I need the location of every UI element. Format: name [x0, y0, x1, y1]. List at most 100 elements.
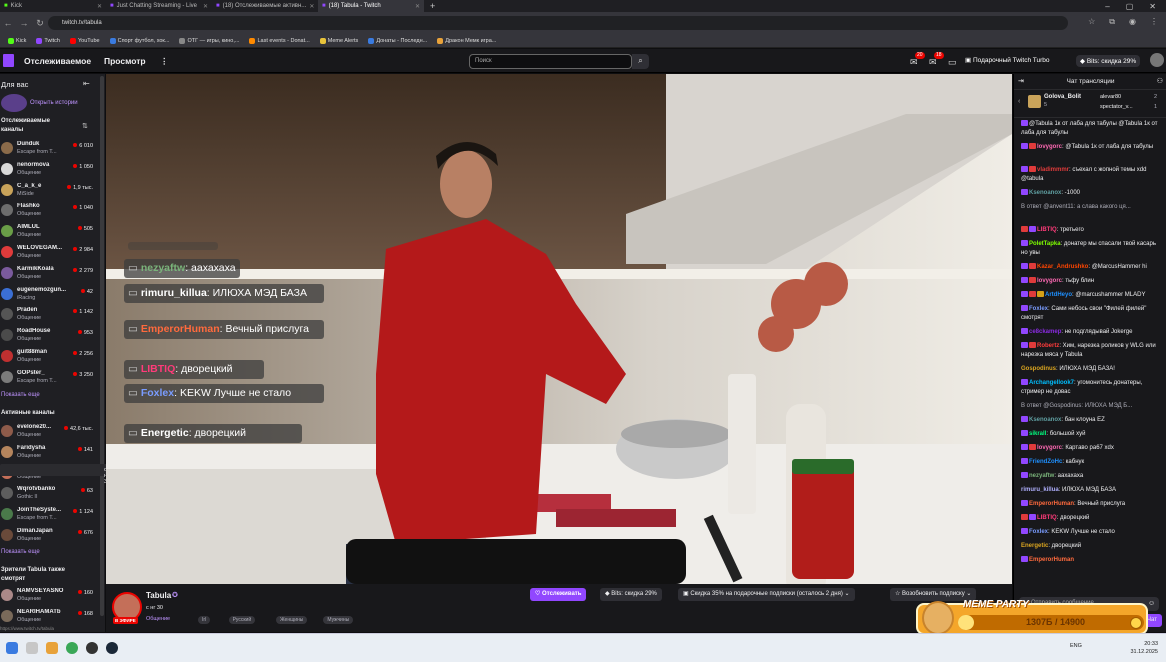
minimize-icon[interactable]: –	[1105, 2, 1109, 11]
chat-users-icon[interactable]: ⚇	[1157, 74, 1163, 90]
chat-username[interactable]: Archangellook7	[1029, 380, 1074, 386]
turbo-gift-button[interactable]: ▣ Подарочный Twitch Turbo	[965, 56, 1050, 64]
nav-browse[interactable]: Просмотр	[104, 56, 146, 66]
chat-username[interactable]: lovygorc	[1037, 144, 1062, 150]
show-more-followed[interactable]: Показать еще	[1, 392, 40, 398]
collapse-sidebar-icon[interactable]: ⇤	[83, 79, 90, 88]
sidebar-channel[interactable]: NEARIHAMATb Общение 168	[0, 607, 100, 627]
language-indicator[interactable]: ENG	[1070, 643, 1082, 649]
nav-following[interactable]: Отслеживаемое	[24, 56, 91, 66]
stream-tag[interactable]: Женщины	[276, 616, 308, 624]
sidebar-channel[interactable]: NAMVSEYASNO Общение 160	[0, 586, 100, 606]
chat-username[interactable]: nezyaftw	[1029, 473, 1054, 479]
chat-username[interactable]: FriendZoHc	[1029, 459, 1062, 465]
bookmark-item[interactable]: Донаты - Последн...	[368, 37, 427, 44]
bookmark-item[interactable]: Kick	[8, 37, 26, 44]
sidebar-scrollbar[interactable]	[100, 76, 104, 616]
chat-username[interactable]: Kazar_Andrushko	[1037, 264, 1088, 270]
follow-button[interactable]: ♡ Отслеживать	[530, 588, 587, 601]
sort-icon[interactable]: ⇅	[82, 122, 88, 130]
bookmark-item[interactable]: Дракон Мемк игра...	[437, 37, 496, 44]
browser-tab[interactable]: ■ (18) Tabula - Twitch ✕	[318, 0, 424, 12]
stream-tag[interactable]: Irl	[198, 616, 211, 624]
bookmark-item[interactable]: ОТГ — игры, кино,...	[179, 37, 239, 44]
back-icon[interactable]: ←	[0, 18, 16, 28]
steam-icon[interactable]	[106, 642, 118, 654]
bits-button[interactable]: ◆ Bits: скидка 29%	[1076, 55, 1141, 67]
stream-category[interactable]: Общение	[146, 616, 170, 622]
sidebar-channel[interactable]: eugenemozgun... iRacing 42	[0, 285, 100, 305]
chat-username[interactable]: ArtdHeyo	[1045, 292, 1072, 298]
taskbar-clock[interactable]: 20:33 31.12.2025	[1130, 640, 1158, 656]
bookmark-item[interactable]: Last events - Donat...	[249, 37, 310, 44]
chrome-icon[interactable]	[66, 642, 78, 654]
emote-icon[interactable]: ☺	[1148, 600, 1155, 607]
close-tab-icon[interactable]: ✕	[203, 3, 208, 10]
streamer-name[interactable]: Tabula	[146, 591, 171, 600]
leaderboard-prev-icon[interactable]: ‹	[1018, 98, 1020, 105]
sidebar-channel[interactable]: guit88man Общение 2 256	[0, 347, 100, 367]
close-tab-icon[interactable]: ✕	[415, 3, 420, 10]
whispers-icon[interactable]: ▭	[948, 57, 957, 68]
stream-tag[interactable]: Мужчины	[323, 616, 354, 624]
url-field[interactable]: twitch.tv/tabula	[48, 16, 1068, 30]
chat-username[interactable]: Foxlex	[1029, 306, 1048, 312]
extensions-icon[interactable]: ⧉	[1109, 17, 1115, 27]
sidebar-channel[interactable]: GOPster_ Escape from T... 3 250	[0, 368, 100, 388]
sidebar-channel[interactable]: RoadHouse Общение 953	[0, 326, 100, 346]
chat-username[interactable]: LIBTIQ	[1037, 515, 1057, 521]
sidebar-channel[interactable]: KarmikKoala Общение 2 279	[0, 264, 100, 284]
bookmark-item[interactable]: Спорт футбол, хок...	[109, 37, 169, 44]
search-icon[interactable]: ⌕	[632, 54, 649, 69]
yandex-browser-icon[interactable]	[26, 642, 38, 654]
sidebar-channel[interactable]: Wqrotvbanko Gothic II 63	[0, 484, 100, 504]
chat-username[interactable]: Gospodinus	[1021, 366, 1056, 372]
browser-tab[interactable]: ■ Kick ✕	[0, 0, 106, 12]
new-tab-icon[interactable]: +	[424, 1, 441, 11]
close-window-icon[interactable]: ✕	[1149, 2, 1156, 11]
video-player[interactable]: ▭ nezyaftw: аахахаха ▭ rimuru_killua: ИЛЮ…	[106, 74, 1012, 584]
browser-tab[interactable]: ■ Just Chatting Streaming - Live ✕	[106, 0, 212, 12]
bookmark-item[interactable]: Twitch	[36, 37, 60, 44]
leader-3-name[interactable]: spectator_v...	[1100, 104, 1133, 110]
sidebar-channel[interactable]: C_a_k_e MiSide 1,9 тыс.	[0, 181, 100, 201]
chat-username[interactable]: PoletTapka	[1029, 241, 1061, 247]
chat-username[interactable]: lovygorc	[1037, 445, 1062, 451]
sidebar-channel[interactable]: nenormova Общение 1 050	[0, 160, 100, 180]
open-history-link[interactable]: Открыть истории	[30, 100, 78, 106]
bookmark-star-icon[interactable]: ☆	[1088, 17, 1095, 27]
sidebar-channel[interactable]: Flashko Общение 1 040	[0, 201, 100, 221]
show-more-active[interactable]: Показать еще	[1, 549, 40, 555]
stories-avatar[interactable]	[1, 94, 27, 112]
chat-username[interactable]: Energetic	[1021, 543, 1048, 549]
menu-icon[interactable]: ⋮	[1150, 17, 1158, 27]
close-tab-icon[interactable]: ✕	[97, 3, 102, 10]
nav-more-icon[interactable]: ⋮	[160, 56, 169, 67]
sidebar-channel[interactable]: evelone20... Общение 42,6 тыс.	[0, 422, 100, 442]
gift-sub-button[interactable]: ▣ Скидка 35% на подарочные подписки (ост…	[678, 588, 855, 601]
sidebar-channel[interactable]: DimanJapan Общение 676	[0, 526, 100, 546]
chat-username[interactable]: Foxlex	[1029, 529, 1048, 535]
leader-2-name[interactable]: alevar80	[1100, 94, 1121, 100]
chat-username[interactable]: lovygorc	[1037, 278, 1062, 284]
sidebar-channel[interactable]: WELOVEGAM... Общение 2 984	[0, 243, 100, 263]
profile-icon[interactable]: ◉	[1129, 17, 1136, 27]
chat-username[interactable]: EmperorHuman	[1029, 501, 1074, 507]
collapse-chat-icon[interactable]: ⇥	[1018, 74, 1024, 90]
bookmark-item[interactable]: YouTube	[69, 37, 100, 44]
sidebar-channel[interactable]: Faridysha Общение 141	[0, 443, 100, 463]
chat-username[interactable]: sikrall	[1029, 431, 1046, 437]
leader-1-name[interactable]: Golova_Bolit	[1044, 94, 1081, 100]
close-tab-icon[interactable]: ✕	[309, 3, 314, 10]
windows-start-icon[interactable]	[6, 642, 18, 654]
sidebar-channel[interactable]: AIMLUL Общение 505	[0, 222, 100, 242]
reload-icon[interactable]: ↻	[32, 18, 48, 29]
chat-username[interactable]: rimuru_killua	[1021, 487, 1059, 493]
file-explorer-icon[interactable]	[46, 642, 58, 654]
obs-icon[interactable]	[86, 642, 98, 654]
bookmark-item[interactable]: Meme Alerts	[319, 37, 358, 44]
twitch-logo-icon[interactable]	[3, 54, 14, 67]
chat-username[interactable]: EmperorHuman	[1029, 557, 1074, 563]
chat-username[interactable]: Robertz	[1037, 343, 1059, 349]
sidebar-channel[interactable]: Praden Общение 1 142	[0, 305, 100, 325]
